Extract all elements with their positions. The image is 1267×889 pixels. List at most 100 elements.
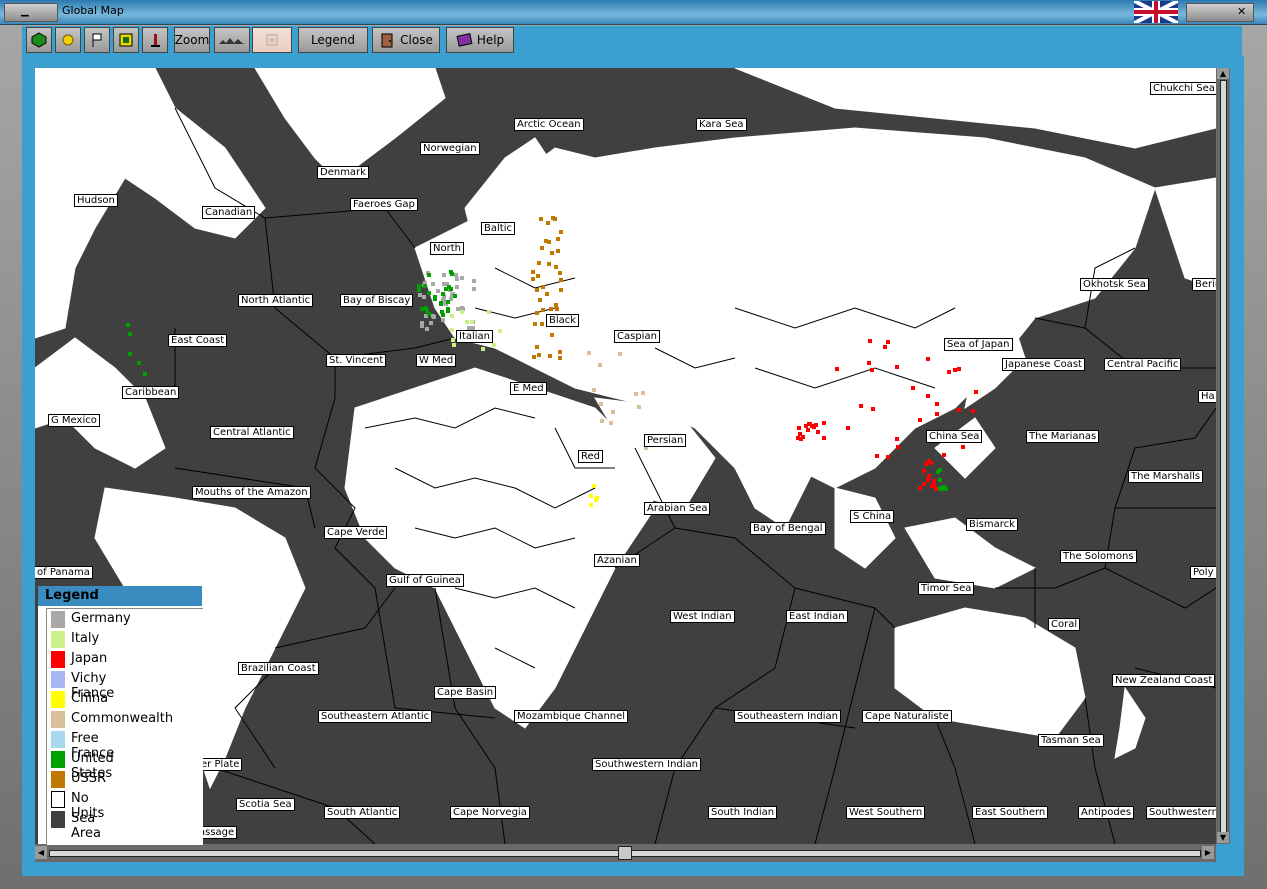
supply-button[interactable]: [113, 27, 139, 53]
unit-marker[interactable]: [797, 426, 801, 430]
sea-label-cape-naturaliste[interactable]: Cape Naturaliste: [862, 710, 952, 723]
unit-marker[interactable]: [454, 273, 458, 277]
zoom-button[interactable]: Zoom: [174, 27, 210, 53]
scroll-right-icon[interactable]: ▶: [1202, 846, 1214, 859]
unit-marker[interactable]: [609, 421, 613, 425]
add-button[interactable]: [252, 27, 292, 53]
unit-marker[interactable]: [927, 474, 931, 478]
unit-marker[interactable]: [938, 486, 942, 490]
unit-marker[interactable]: [450, 272, 454, 276]
help-button[interactable]: Help: [446, 27, 514, 53]
unit-marker[interactable]: [953, 368, 957, 372]
unit-marker[interactable]: [126, 323, 130, 327]
sea-label-panama[interactable]: of Panama: [35, 566, 93, 579]
unit-marker[interactable]: [558, 350, 562, 354]
sea-label-the-marianas[interactable]: The Marianas: [1026, 430, 1100, 443]
unit-marker[interactable]: [137, 361, 141, 365]
unit-marker[interactable]: [535, 311, 539, 315]
sea-label-southeastern-atlantic[interactable]: Southeastern Atlantic: [318, 710, 433, 723]
sea-label-west-indian[interactable]: West Indian: [670, 610, 735, 623]
sea-label-arctic-ocean[interactable]: Arctic Ocean: [514, 118, 584, 131]
unit-marker[interactable]: [535, 288, 539, 292]
unit-marker[interactable]: [550, 333, 554, 337]
sea-label-cape-basin[interactable]: Cape Basin: [434, 686, 497, 699]
unit-marker[interactable]: [441, 292, 445, 296]
unit-marker[interactable]: [453, 294, 457, 298]
sea-label-okhotsk-sea[interactable]: Okhotsk Sea: [1080, 278, 1149, 291]
unit-marker[interactable]: [611, 410, 615, 414]
unit-marker[interactable]: [559, 278, 563, 282]
unit-marker[interactable]: [460, 310, 464, 314]
sea-label-canadian[interactable]: Canadian: [202, 206, 256, 219]
unit-marker[interactable]: [895, 365, 899, 369]
unit-marker[interactable]: [554, 265, 558, 269]
scroll-down-icon[interactable]: ▼: [1217, 832, 1229, 843]
unit-marker[interactable]: [886, 340, 890, 344]
horizontal-scrollbar[interactable]: ◀ ▶: [35, 844, 1216, 862]
unit-marker[interactable]: [934, 487, 938, 491]
unit-marker[interactable]: [481, 347, 485, 351]
unit-marker[interactable]: [558, 356, 562, 360]
unit-marker[interactable]: [947, 370, 951, 374]
unit-marker[interactable]: [634, 392, 638, 396]
unit-marker[interactable]: [443, 282, 447, 286]
unit-marker[interactable]: [450, 314, 454, 318]
unit-marker[interactable]: [540, 322, 544, 326]
unit-marker[interactable]: [812, 425, 816, 429]
unit-marker[interactable]: [911, 386, 915, 390]
unit-marker[interactable]: [835, 367, 839, 371]
unit-marker[interactable]: [637, 405, 641, 409]
weather-button[interactable]: [55, 27, 81, 53]
unit-marker[interactable]: [558, 271, 562, 275]
unit-marker[interactable]: [442, 273, 446, 277]
unit-marker[interactable]: [600, 419, 604, 423]
sea-label-southwestern-indian[interactable]: Southwestern Indian: [592, 758, 702, 771]
sea-label-black[interactable]: Black: [546, 314, 580, 327]
sea-label-denmark[interactable]: Denmark: [317, 166, 369, 179]
unit-marker[interactable]: [944, 487, 948, 491]
unit-marker[interactable]: [935, 402, 939, 406]
unit-marker[interactable]: [537, 261, 541, 265]
unit-marker[interactable]: [455, 285, 459, 289]
sea-label-north[interactable]: North: [430, 242, 464, 255]
sea-label-bay-of-biscay[interactable]: Bay of Biscay: [340, 294, 414, 307]
unit-marker[interactable]: [537, 353, 541, 357]
unit-marker[interactable]: [922, 469, 926, 473]
sea-label-sea-of-japan[interactable]: Sea of Japan: [944, 338, 1013, 351]
sea-label-polynesia[interactable]: Poly: [1190, 566, 1216, 579]
unit-marker[interactable]: [548, 354, 552, 358]
unit-marker[interactable]: [431, 282, 435, 286]
unit-marker[interactable]: [460, 276, 464, 280]
sea-label-st-vincent[interactable]: St. Vincent: [326, 354, 387, 367]
unit-marker[interactable]: [801, 435, 805, 439]
unit-marker[interactable]: [556, 249, 560, 253]
terrain-button[interactable]: [214, 27, 250, 53]
unit-marker[interactable]: [422, 295, 426, 299]
unit-marker[interactable]: [460, 306, 464, 310]
unit-marker[interactable]: [592, 388, 596, 392]
sea-label-hudson[interactable]: Hudson: [74, 194, 118, 207]
unit-marker[interactable]: [540, 246, 544, 250]
sea-label-north-atlantic[interactable]: North Atlantic: [238, 294, 314, 307]
sea-label-bismarck[interactable]: Bismarck: [966, 518, 1018, 531]
scroll-left-icon[interactable]: ◀: [35, 846, 47, 859]
unit-marker[interactable]: [957, 367, 961, 371]
sea-label-river-plate[interactable]: er Plate: [198, 758, 243, 771]
unit-marker[interactable]: [546, 221, 550, 225]
sea-label-east-coast[interactable]: East Coast: [168, 334, 228, 347]
unit-marker[interactable]: [553, 217, 557, 221]
unit-marker[interactable]: [961, 445, 965, 449]
unit-marker[interactable]: [433, 295, 437, 299]
unit-marker[interactable]: [451, 338, 455, 342]
unit-marker[interactable]: [439, 302, 443, 306]
sea-label-persian[interactable]: Persian: [644, 434, 687, 447]
unit-marker[interactable]: [427, 312, 431, 316]
tool-button[interactable]: [142, 27, 168, 53]
unit-marker[interactable]: [539, 217, 543, 221]
sea-label-east-indian[interactable]: East Indian: [786, 610, 848, 623]
unit-marker[interactable]: [446, 300, 450, 304]
unit-marker[interactable]: [535, 345, 539, 349]
unit-marker[interactable]: [796, 436, 800, 440]
sea-label-bay-of-bengal[interactable]: Bay of Bengal: [750, 522, 826, 535]
sea-label-southwestern[interactable]: Southwestern: [1146, 806, 1216, 819]
